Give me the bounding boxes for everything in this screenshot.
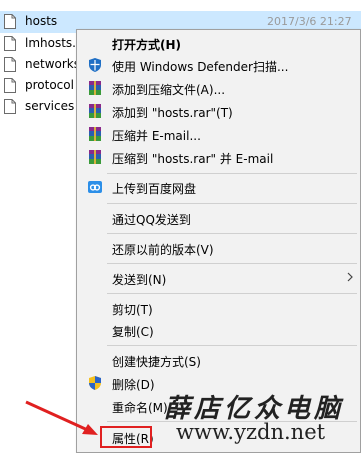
menu-item-compress-email[interactable]: 压缩并 E-mail... — [79, 123, 359, 145]
menu-item-add-to-rar[interactable]: 添加到 "hosts.rar"(T) — [79, 100, 359, 122]
menu-item-cut[interactable]: 剪切(T) — [79, 297, 359, 319]
file-icon — [4, 57, 16, 72]
file-name: protocol — [25, 78, 74, 92]
menu-label: 上传到百度网盘 — [112, 182, 197, 196]
menu-label: 添加到压缩文件(A)... — [112, 83, 226, 97]
menu-item-create-shortcut[interactable]: 创建快捷方式(S) — [79, 349, 359, 371]
menu-label: 剪切(T) — [112, 303, 153, 317]
file-icon — [4, 99, 16, 114]
menu-label: 添加到 "hosts.rar"(T) — [112, 106, 233, 120]
chevron-right-icon — [347, 272, 353, 282]
menu-label: 打开方式(H) — [112, 38, 182, 52]
menu-item-send-to[interactable]: 发送到(N) — [79, 267, 359, 289]
winrar-icon — [89, 150, 101, 164]
menu-label: 复制(C) — [112, 325, 154, 339]
menu-item-compress-rar-email[interactable]: 压缩到 "hosts.rar" 并 E-mail — [79, 146, 359, 168]
file-icon — [4, 14, 16, 29]
file-name: hosts — [25, 14, 58, 28]
menu-item-delete[interactable]: 删除(D) — [79, 372, 359, 394]
menu-item-copy[interactable]: 复制(C) — [79, 319, 359, 341]
file-date: 2017/3/6 21:27 — [267, 15, 352, 28]
menu-separator — [107, 345, 357, 346]
menu-item-upload-baidu[interactable]: 上传到百度网盘 — [79, 176, 359, 198]
file-name: services — [25, 99, 75, 113]
menu-label: 重命名(M) — [112, 401, 168, 415]
menu-item-rename[interactable]: 重命名(M) — [79, 395, 359, 417]
menu-separator — [107, 233, 357, 234]
menu-item-defender-scan[interactable]: 使用 Windows Defender扫描... — [79, 54, 359, 76]
menu-separator — [107, 293, 357, 294]
menu-item-send-qq[interactable]: 通过QQ发送到 — [79, 207, 359, 229]
file-name: networks — [25, 57, 80, 71]
uac-shield-icon — [89, 376, 101, 390]
menu-label: 压缩并 E-mail... — [112, 129, 201, 143]
context-menu: 打开方式(H) 使用 Windows Defender扫描... 添加到压缩文件… — [76, 29, 361, 453]
winrar-icon — [89, 104, 101, 118]
menu-label: 删除(D) — [112, 378, 155, 392]
file-icon — [4, 78, 16, 93]
menu-label: 发送到(N) — [112, 273, 167, 287]
menu-label: 创建快捷方式(S) — [112, 355, 201, 369]
winrar-icon — [89, 81, 101, 95]
menu-separator — [107, 263, 357, 264]
menu-item-add-to-archive[interactable]: 添加到压缩文件(A)... — [79, 77, 359, 99]
menu-label: 还原以前的版本(V) — [112, 243, 214, 257]
menu-separator — [107, 173, 357, 174]
menu-item-restore-previous[interactable]: 还原以前的版本(V) — [79, 237, 359, 259]
menu-label: 通过QQ发送到 — [112, 213, 191, 227]
properties-highlight-box — [100, 426, 152, 448]
menu-item-open-with[interactable]: 打开方式(H) — [79, 32, 359, 54]
menu-label: 压缩到 "hosts.rar" 并 E-mail — [112, 152, 274, 166]
winrar-icon — [89, 127, 101, 141]
menu-separator — [107, 421, 357, 422]
file-icon — [4, 36, 16, 51]
menu-separator — [107, 203, 357, 204]
defender-shield-icon — [89, 58, 101, 72]
file-name: lmhosts.s — [25, 36, 83, 50]
baidu-netdisk-icon — [88, 181, 102, 193]
menu-label: 使用 Windows Defender扫描... — [112, 60, 289, 74]
